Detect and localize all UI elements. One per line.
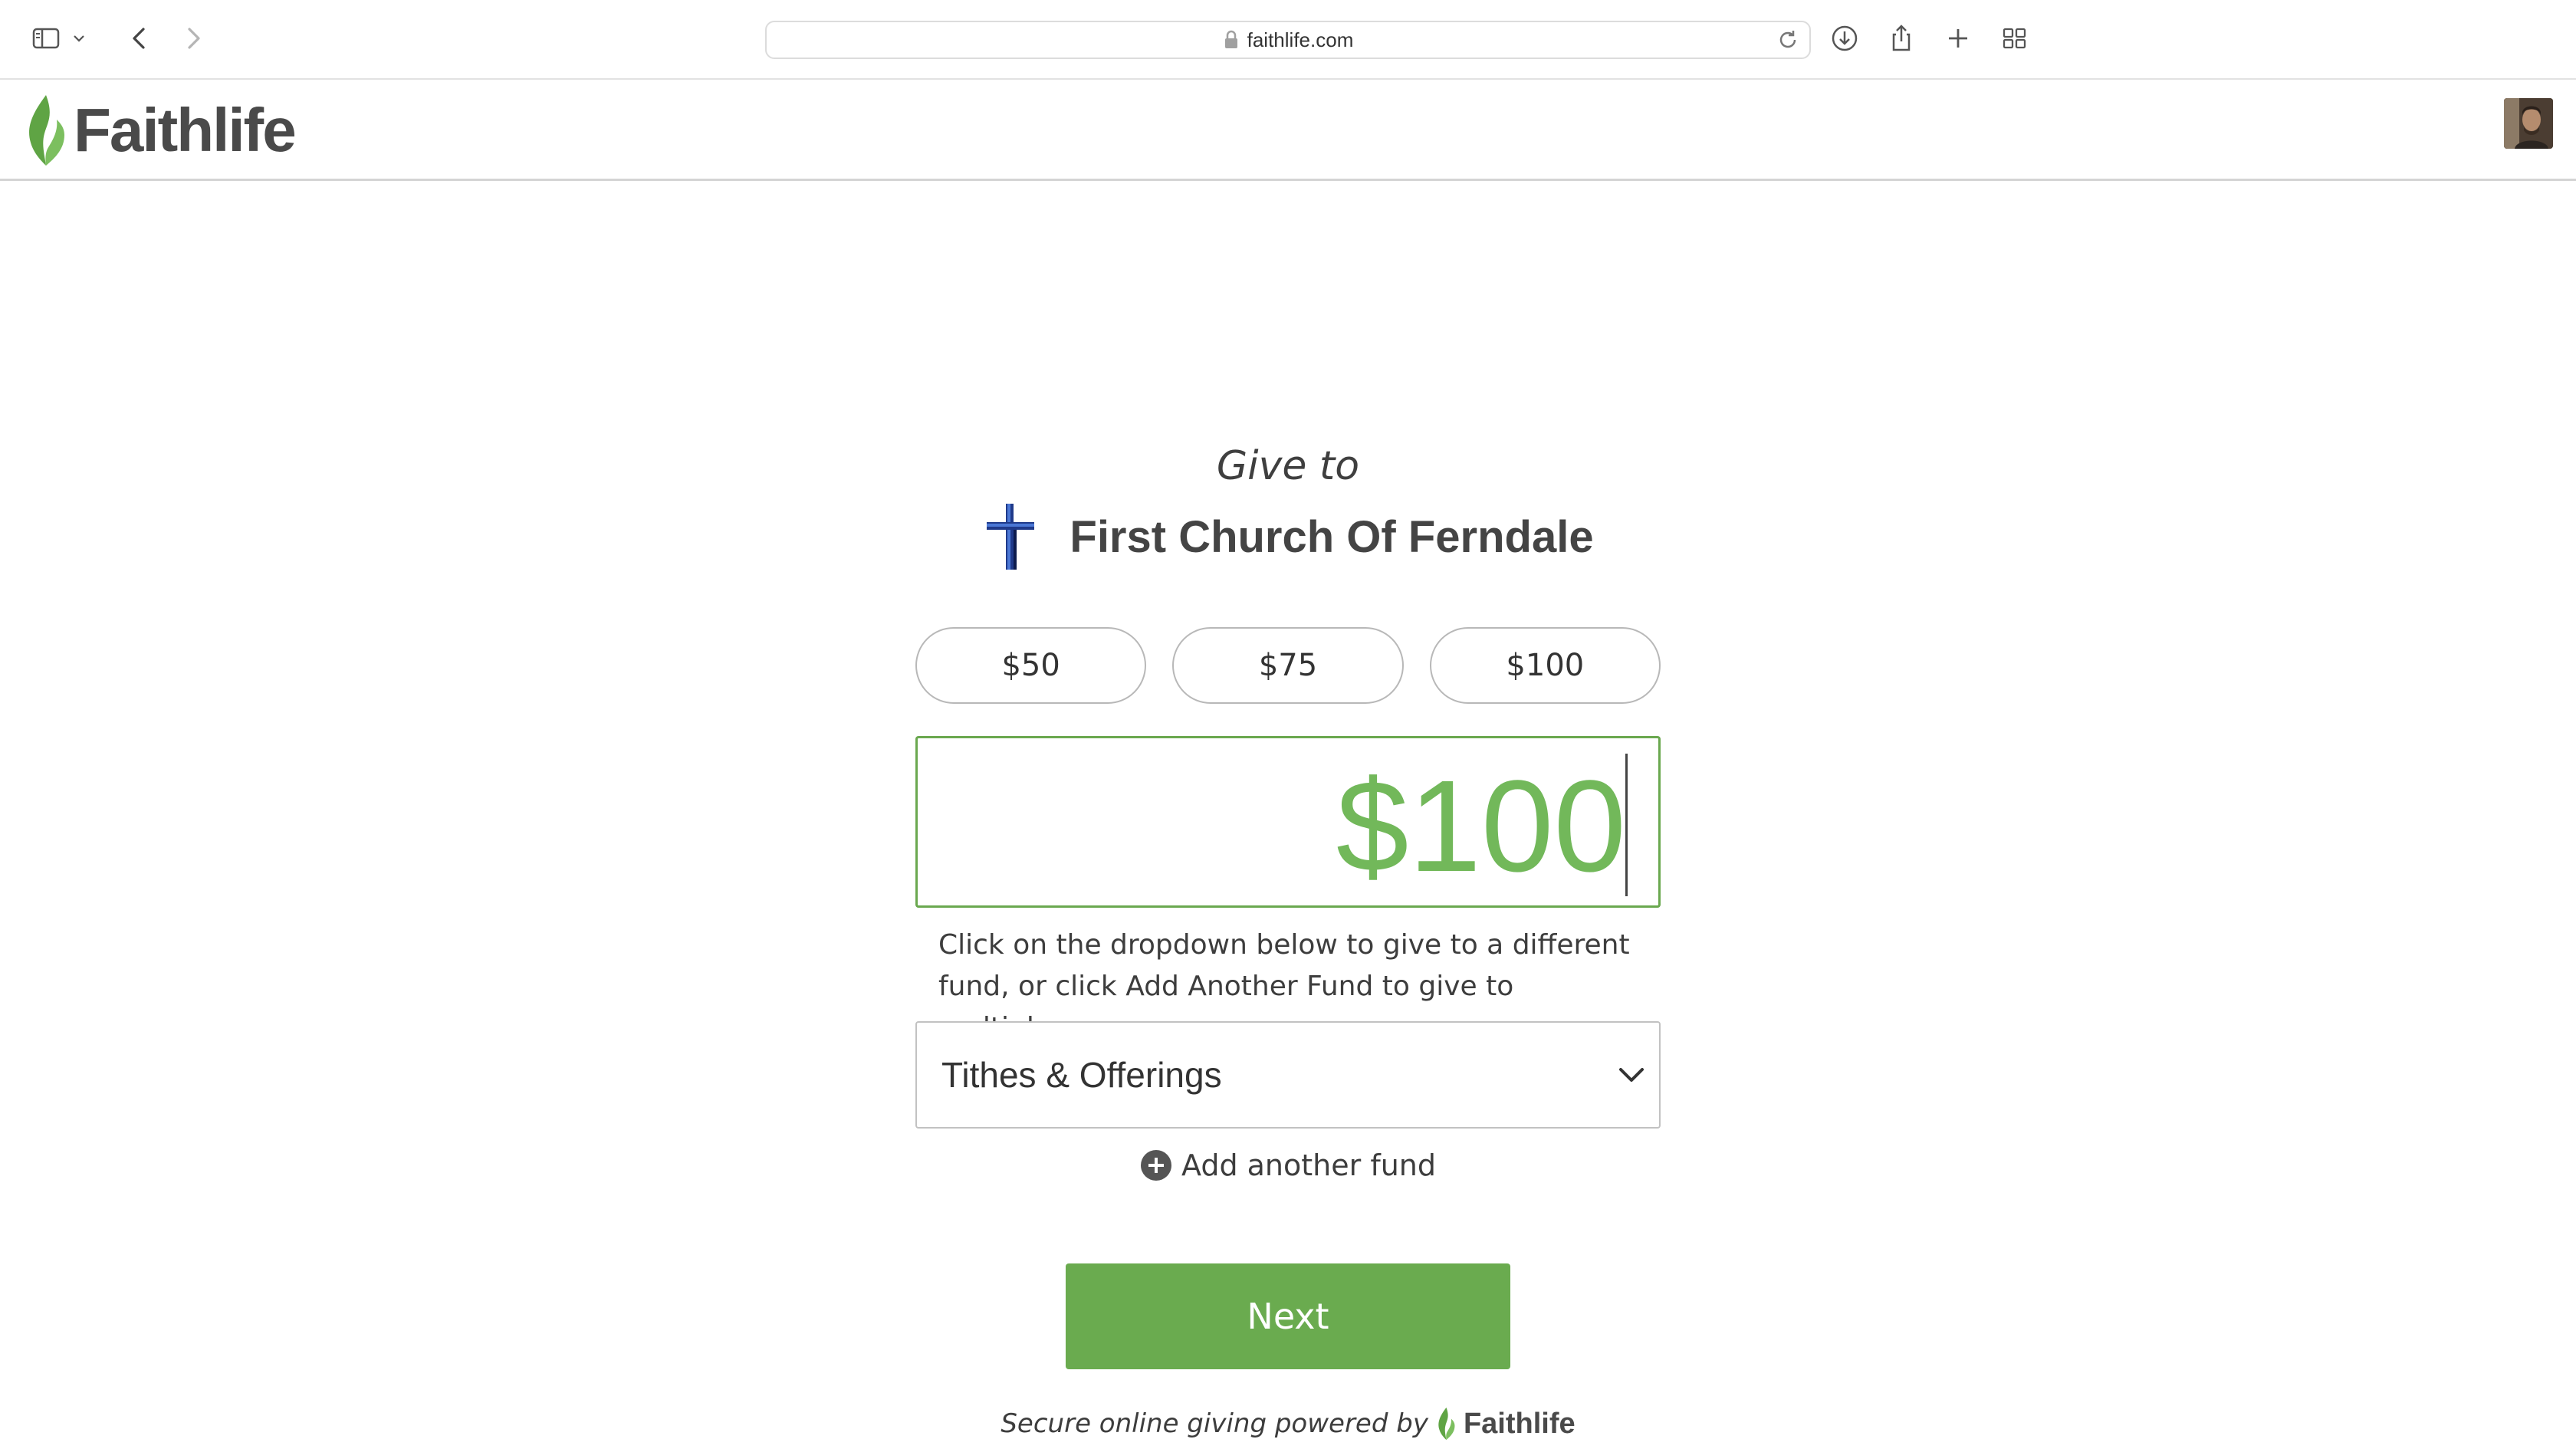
- faithlife-logo[interactable]: Faithlife: [21, 90, 297, 170]
- avatar[interactable]: [2504, 98, 2553, 149]
- share-icon[interactable]: [1881, 18, 1921, 58]
- preset-amount-75-button[interactable]: $75: [1172, 627, 1404, 704]
- tab-overview-icon[interactable]: [1995, 18, 2035, 58]
- site-header: Faithlife: [0, 81, 2576, 181]
- address-url: faithlife.com: [1247, 28, 1354, 51]
- add-another-fund-link[interactable]: Add another fund: [0, 1148, 2576, 1182]
- footer-brand-name[interactable]: Faithlife: [1464, 1408, 1576, 1441]
- organization-name: First Church Of Ferndale: [1070, 511, 1594, 562]
- preset-amounts: $50 $75 $100: [915, 627, 1661, 704]
- lock-icon: [1224, 30, 1237, 48]
- fund-dropdown[interactable]: Tithes & Offerings: [915, 1021, 1661, 1129]
- reload-icon[interactable]: [1776, 28, 1800, 52]
- sidebar-icon[interactable]: [26, 18, 66, 58]
- new-tab-icon[interactable]: [1938, 18, 1978, 58]
- amount-value: $100: [1336, 754, 1626, 899]
- faithlife-leaf-icon: [1438, 1407, 1455, 1441]
- chevron-down-icon: [1619, 1068, 1644, 1082]
- download-icon[interactable]: [1825, 18, 1865, 58]
- organization-row: First Church Of Ferndale: [0, 502, 2576, 571]
- back-icon[interactable]: [120, 18, 159, 58]
- faithlife-leaf-icon: [29, 95, 64, 166]
- browser-toolbar: faithlife.com: [0, 0, 2576, 80]
- preset-amount-50-button[interactable]: $50: [915, 627, 1147, 704]
- powered-by-footer: Secure online giving powered by Faithlif…: [0, 1407, 2576, 1441]
- plus-circle-icon: [1141, 1150, 1171, 1181]
- next-button[interactable]: Next: [1066, 1263, 1510, 1369]
- giving-form: Give to First Church Of Ferndale $50 $75…: [0, 184, 2576, 1449]
- amount-input[interactable]: $100: [915, 736, 1661, 908]
- address-bar[interactable]: faithlife.com: [765, 21, 1811, 59]
- fund-selected-value: Tithes & Offerings: [941, 1055, 1222, 1095]
- powered-by-text: Secure online giving powered by: [1001, 1408, 1428, 1439]
- give-to-label: Give to: [1216, 443, 1360, 489]
- chevron-down-icon[interactable]: [67, 18, 90, 58]
- forward-icon[interactable]: [173, 18, 213, 58]
- add-fund-label: Add another fund: [1181, 1148, 1436, 1182]
- text-caret: [1625, 754, 1628, 896]
- church-cross-icon: [987, 504, 1035, 570]
- brand-name: Faithlife: [74, 96, 297, 164]
- preset-amount-100-button[interactable]: $100: [1429, 627, 1661, 704]
